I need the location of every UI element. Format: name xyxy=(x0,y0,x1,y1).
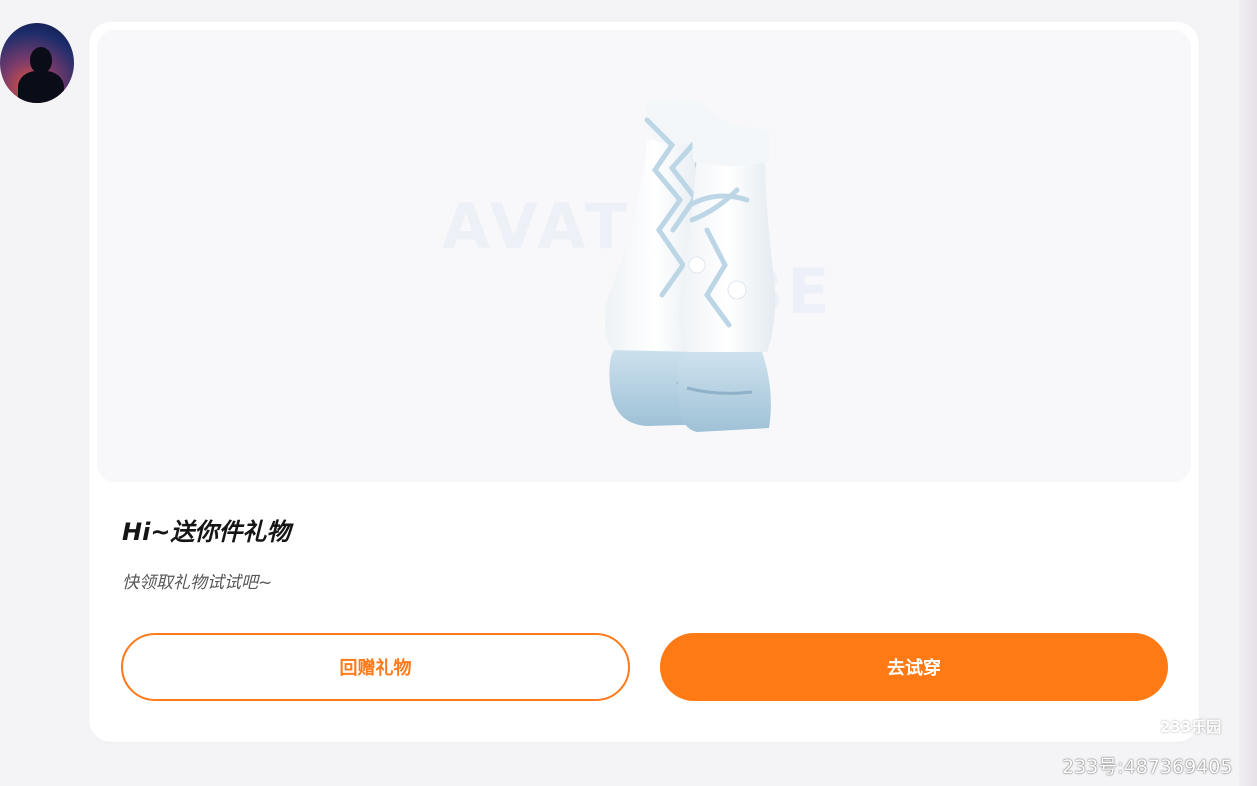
app-logo-watermark: 233乐园 xyxy=(1160,718,1222,736)
gift-item-image[interactable]: AVATAR VIBE xyxy=(97,30,1191,482)
chat-screen: AVATAR VIBE xyxy=(0,0,1257,786)
gift-message-card[interactable]: AVATAR VIBE xyxy=(89,22,1199,742)
try-on-button[interactable]: 去试穿 xyxy=(660,633,1168,701)
avatar-silhouette-head xyxy=(30,47,52,73)
gift-title: Hi~送你件礼物 xyxy=(122,518,291,546)
scroll-edge xyxy=(1239,0,1257,786)
sender-avatar[interactable] xyxy=(0,23,74,103)
avatar-silhouette-body xyxy=(18,71,64,103)
fluffy-boots-image xyxy=(604,98,775,432)
gift-subtitle: 快领取礼物试试吧~ xyxy=(122,573,273,593)
user-id-watermark: 233号:487369405 xyxy=(1062,756,1233,778)
return-gift-button[interactable]: 回赠礼物 xyxy=(121,633,630,701)
